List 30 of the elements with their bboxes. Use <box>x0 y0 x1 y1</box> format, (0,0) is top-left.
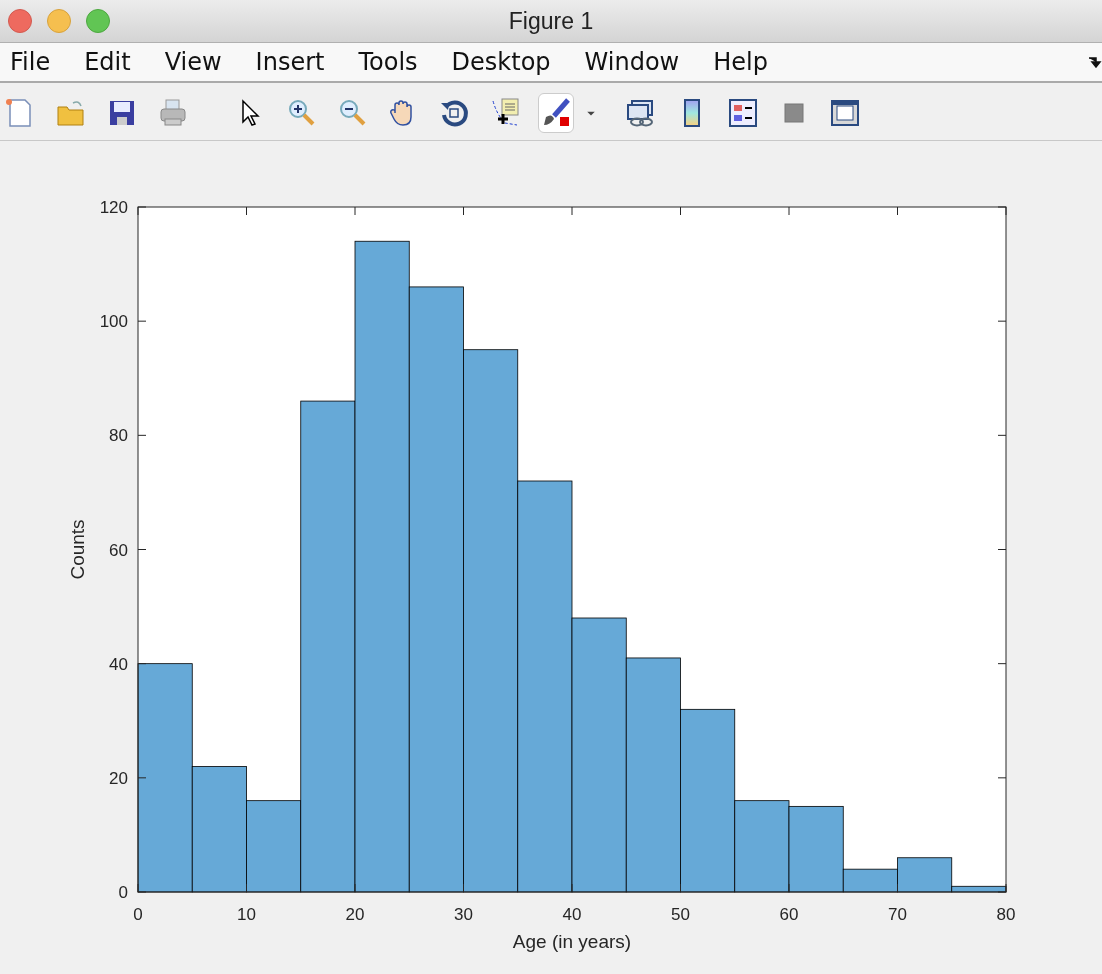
tick-label: 40 <box>109 654 128 674</box>
tick-label: 60 <box>109 540 128 560</box>
tick-label: 0 <box>118 883 128 902</box>
tick-label: 60 <box>779 905 799 924</box>
menu-item[interactable]: Desktop <box>441 48 563 77</box>
tick-label: 40 <box>562 905 582 924</box>
menu-item[interactable]: Tools <box>348 48 430 77</box>
menu-item[interactable]: Help <box>703 48 780 77</box>
menu-item[interactable]: Insert <box>245 48 337 77</box>
brush-icon[interactable] <box>538 92 574 133</box>
menu-item[interactable]: File <box>0 48 63 77</box>
menu-item[interactable]: Edit <box>74 48 143 77</box>
close-button[interactable] <box>8 9 32 34</box>
overflow-arrow-icon[interactable] <box>1088 56 1102 69</box>
tick-label: 100 <box>99 312 128 332</box>
tick-label: 20 <box>345 905 365 924</box>
window-title: Figure 1 <box>508 7 594 35</box>
x-axis-label: Age (in years) <box>512 931 632 952</box>
tick-label: 20 <box>109 768 128 788</box>
tick-label: 80 <box>996 905 1016 924</box>
tick-label: 30 <box>454 905 473 924</box>
y-axis-label: Counts <box>67 519 88 580</box>
tick-label: 70 <box>888 905 907 924</box>
tick-label: 10 <box>237 905 256 924</box>
tick-label: 0 <box>133 905 143 924</box>
tick-label: 120 <box>99 198 128 217</box>
tick-label: 80 <box>109 426 128 446</box>
menu-item[interactable]: Window <box>574 48 692 77</box>
menu-item[interactable]: View <box>154 48 234 77</box>
tick-label: 50 <box>671 905 690 924</box>
